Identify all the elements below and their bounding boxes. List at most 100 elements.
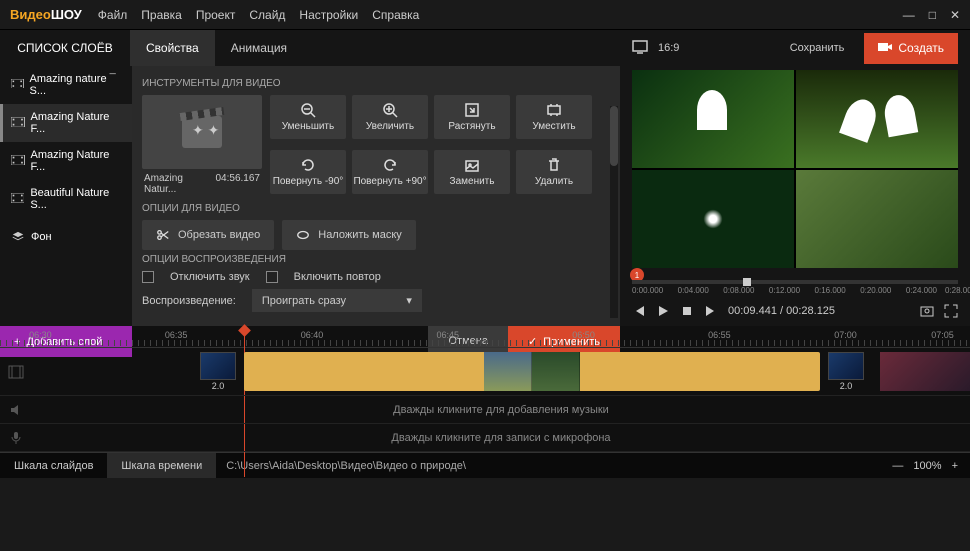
section-tools-label: ИНСТРУМЕНТЫ ДЛЯ ВИДЕО	[142, 78, 610, 89]
stop-button[interactable]	[680, 304, 694, 318]
preview-viewport	[632, 70, 958, 268]
tab-properties[interactable]: Свойства	[130, 30, 215, 66]
chevron-down-icon: ▾	[406, 294, 412, 307]
tab-animation[interactable]: Анимация	[215, 30, 303, 66]
scrollbar[interactable]	[610, 106, 618, 318]
tick: 07:05	[931, 330, 954, 340]
project-path: C:\Users\Aida\Desktop\Видео\Видео о прир…	[216, 460, 476, 472]
crop-video-button[interactable]: Обрезать видео	[142, 220, 274, 250]
statusbar: Шкала слайдов Шкала времени C:\Users\Aid…	[0, 452, 970, 478]
tab-time-scale[interactable]: Шкала времени	[107, 453, 216, 478]
mic-track[interactable]: Дважды кликните для записи с микрофона	[0, 424, 970, 452]
tick: 06:30	[29, 330, 52, 340]
video-clip[interactable]	[880, 352, 970, 391]
playhead[interactable]	[743, 278, 751, 286]
stretch-button[interactable]: Растянуть	[434, 95, 510, 139]
transition-clip[interactable]: 2.0	[200, 352, 236, 391]
layer-label: Amazing nature ¯ S...	[30, 73, 124, 97]
layer-item[interactable]: Amazing Nature F...	[0, 142, 132, 180]
mute-label: Отключить звук	[170, 271, 250, 283]
timeline: 06:30 06:35 06:40 06:45 06:50 06:55 07:0…	[0, 326, 970, 452]
snapshot-button[interactable]	[920, 304, 934, 318]
properties-panel: ИНСТРУМЕНТЫ ДЛЯ ВИДЕО ✦ ✦ Amazing Natur.…	[132, 66, 620, 326]
menu-file[interactable]: Файл	[98, 8, 128, 22]
playback-select[interactable]: Проиграть сразу▾	[252, 289, 422, 312]
film-icon	[11, 193, 24, 205]
transition-clip[interactable]: 2.0	[828, 352, 864, 391]
tick: 06:40	[301, 330, 324, 340]
loop-label: Включить повтор	[294, 271, 381, 283]
video-track[interactable]: 2.0 2.0	[0, 348, 970, 396]
fullscreen-button[interactable]	[944, 304, 958, 318]
tick: 0:24.000	[906, 286, 937, 295]
rotate-right-button[interactable]: Повернуть +90°	[352, 150, 428, 194]
window-minimize[interactable]: —	[903, 8, 915, 22]
mic-hint: Дважды кликните для записи с микрофона	[32, 424, 970, 452]
window-close[interactable]: ✕	[950, 8, 960, 22]
layers-title: СПИСОК СЛОЁВ	[0, 41, 130, 55]
loop-checkbox[interactable]	[266, 271, 278, 283]
tick: 0:08.000	[723, 286, 754, 295]
preview-ruler[interactable]: 1 0:00.000 0:04.000 0:08.000 0:12.000 0:…	[632, 268, 958, 296]
film-icon	[11, 117, 25, 129]
menu-slide[interactable]: Слайд	[249, 8, 285, 22]
monitor-icon	[632, 40, 648, 57]
clip-thumbnail: ✦ ✦	[142, 95, 262, 169]
apply-mask-button[interactable]: Наложить маску	[282, 220, 416, 250]
tick: 0:12.000	[769, 286, 800, 295]
tick: 07:00	[834, 330, 857, 340]
replace-button[interactable]: Заменить	[434, 150, 510, 194]
music-track[interactable]: Дважды кликните для добавления музыки	[0, 396, 970, 424]
tick: 0:16.000	[815, 286, 846, 295]
fit-button[interactable]: Уместить	[516, 95, 592, 139]
tick: 06:45	[437, 330, 460, 340]
tick: 0:00.000	[632, 286, 663, 295]
aspect-ratio[interactable]: 16:9	[658, 42, 679, 54]
menu-project[interactable]: Проект	[196, 8, 236, 22]
film-icon	[11, 155, 25, 167]
layers-icon	[11, 231, 25, 243]
create-button[interactable]: Создать	[864, 33, 958, 64]
layer-label: Beautiful Nature S...	[30, 187, 124, 211]
video-icon	[878, 41, 892, 56]
layer-item[interactable]: Beautiful Nature S...	[0, 180, 132, 218]
tick: 06:55	[708, 330, 731, 340]
film-icon	[0, 365, 32, 379]
zoom-out[interactable]: —	[892, 460, 903, 472]
tick: 06:50	[572, 330, 595, 340]
titlebar: ВидеоШОУ Файл Правка Проект Слайд Настро…	[0, 0, 970, 30]
mute-checkbox[interactable]	[142, 271, 154, 283]
tick: 0:04.000	[678, 286, 709, 295]
playback-label: Воспроизведение:	[142, 295, 236, 307]
prev-button[interactable]	[632, 304, 646, 318]
layer-label: Фон	[31, 231, 52, 243]
timeline-ruler[interactable]: 06:30 06:35 06:40 06:45 06:50 06:55 07:0…	[0, 326, 970, 348]
zoom-in[interactable]: +	[952, 460, 958, 472]
section-playback-label: ОПЦИИ ВОСПРОИЗВЕДЕНИЯ	[142, 254, 610, 265]
play-button[interactable]	[656, 304, 670, 318]
video-clip[interactable]	[244, 352, 820, 391]
tick: 06:35	[165, 330, 188, 340]
zoom-out-button[interactable]: Уменьшить	[270, 95, 346, 139]
window-maximize[interactable]: □	[929, 8, 936, 22]
next-button[interactable]	[704, 304, 718, 318]
music-hint: Дважды кликните для добавления музыки	[32, 396, 970, 424]
zoom-in-button[interactable]: Увеличить	[352, 95, 428, 139]
menu-settings[interactable]: Настройки	[299, 8, 358, 22]
clip-duration: 04:56.167	[216, 173, 261, 195]
delete-button[interactable]: Удалить	[516, 150, 592, 194]
layer-item[interactable]: Фон	[0, 218, 132, 256]
film-icon	[11, 79, 24, 91]
menu-help[interactable]: Справка	[372, 8, 419, 22]
layer-item[interactable]: Amazing Nature F...	[0, 104, 132, 142]
save-button[interactable]: Сохранить	[780, 36, 855, 60]
tab-slides-scale[interactable]: Шкала слайдов	[0, 453, 107, 478]
mic-icon	[0, 431, 32, 445]
section-video-label: ОПЦИИ ДЛЯ ВИДЕО	[142, 203, 610, 214]
layer-list: Amazing nature ¯ S... Amazing Nature F..…	[0, 66, 132, 326]
speaker-icon	[0, 403, 32, 417]
tick: 0:20.000	[860, 286, 891, 295]
menu-edit[interactable]: Правка	[141, 8, 182, 22]
layer-item[interactable]: Amazing nature ¯ S...	[0, 66, 132, 104]
rotate-left-button[interactable]: Повернуть -90°	[270, 150, 346, 194]
